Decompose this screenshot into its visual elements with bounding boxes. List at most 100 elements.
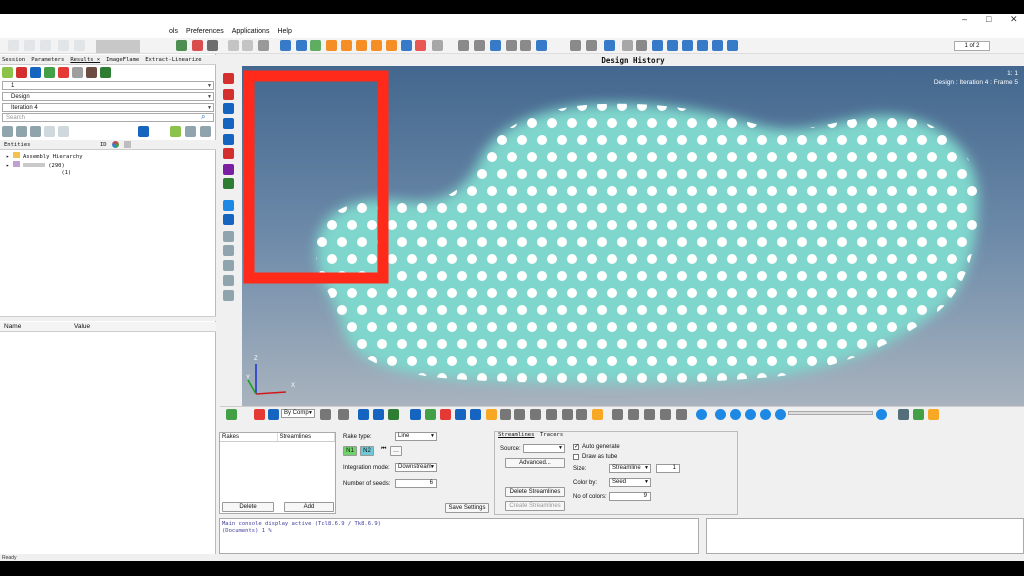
- toolbar-tool-icon[interactable]: [371, 40, 382, 51]
- view-tool-icon[interactable]: [223, 231, 234, 242]
- toolbar-tool-icon[interactable]: [712, 40, 723, 51]
- toolbar-tool-icon[interactable]: [296, 40, 307, 51]
- tensor-icon[interactable]: [86, 67, 97, 78]
- toolbar-tool-icon[interactable]: [622, 40, 633, 51]
- toolbar-tool-icon[interactable]: [258, 40, 269, 51]
- menu-help[interactable]: Help: [277, 26, 291, 38]
- toolbar-tool-icon[interactable]: [474, 40, 485, 51]
- toolbar-tool-icon[interactable]: [415, 40, 426, 51]
- component-select[interactable]: By Comp ▼: [281, 409, 315, 418]
- view-tool-icon[interactable]: [223, 118, 234, 129]
- color-by-select[interactable]: Seed ▼: [609, 478, 651, 487]
- filter-icon[interactable]: [185, 126, 196, 137]
- add-rake-button[interactable]: Add: [284, 502, 334, 512]
- toolbar-tool-icon[interactable]: [697, 40, 708, 51]
- seeds-input[interactable]: 6: [395, 479, 437, 488]
- model-icon[interactable]: [30, 67, 41, 78]
- animation-tool-icon[interactable]: [254, 409, 265, 420]
- toolbar-tool-icon[interactable]: [40, 40, 51, 51]
- arrow-icon[interactable]: ⏮: [381, 446, 386, 453]
- animation-tool-icon[interactable]: [546, 409, 557, 420]
- animation-tool-icon[interactable]: [730, 409, 741, 420]
- animation-tool-icon[interactable]: [268, 409, 279, 420]
- toolbar-tool-icon[interactable]: [727, 40, 738, 51]
- tab-extract-linearize[interactable]: Extract-Linearize: [145, 55, 201, 64]
- undo-icon[interactable]: [44, 126, 55, 137]
- toolbar-tool-icon[interactable]: [586, 40, 597, 51]
- prop-col-value[interactable]: Value: [74, 322, 90, 332]
- size-input[interactable]: 1: [656, 464, 680, 473]
- animation-tool-icon[interactable]: [455, 409, 466, 420]
- tree-item-sub[interactable]: (1): [22, 170, 71, 176]
- toolbar-tool-icon[interactable]: [356, 40, 367, 51]
- toolbar-tool-icon[interactable]: [24, 40, 35, 51]
- section-icon[interactable]: [72, 67, 83, 78]
- animation-tool-icon[interactable]: [628, 409, 639, 420]
- toolbar-tool-icon[interactable]: [604, 40, 615, 51]
- animation-tool-icon[interactable]: [913, 409, 924, 420]
- animation-tool-icon[interactable]: [775, 409, 786, 420]
- integration-select[interactable]: Downstream ▼: [395, 463, 437, 472]
- page-indicator[interactable]: 1 of 2: [954, 41, 990, 51]
- vector-icon[interactable]: [58, 67, 69, 78]
- rake-type-select[interactable]: Line ▼: [395, 432, 437, 441]
- show-all-icon[interactable]: [30, 126, 41, 137]
- animation-tool-icon[interactable]: [644, 409, 655, 420]
- animation-tool-icon[interactable]: [470, 409, 481, 420]
- animation-tool-icon[interactable]: [562, 409, 573, 420]
- toolbar-tool-icon[interactable]: [280, 40, 291, 51]
- view-tool-icon[interactable]: [223, 73, 234, 84]
- visibility-icon[interactable]: [124, 141, 131, 148]
- search-input[interactable]: Search: [2, 113, 214, 122]
- animation-tool-icon[interactable]: [440, 409, 451, 420]
- toolbar-tool-icon[interactable]: [520, 40, 531, 51]
- results-browser-icon[interactable]: [2, 67, 13, 78]
- tcl-console[interactable]: Main console display active (Tcl8.6.9 / …: [219, 518, 699, 554]
- toolbar-tool-icon[interactable]: [401, 40, 412, 51]
- view-tool-icon[interactable]: [223, 290, 234, 301]
- draw-as-tube-checkbox[interactable]: [573, 454, 579, 460]
- view-tool-icon[interactable]: [223, 148, 234, 159]
- n1-button[interactable]: N1: [343, 446, 357, 456]
- size-select[interactable]: Streamline ▼: [609, 464, 651, 473]
- animation-tool-icon[interactable]: [760, 409, 771, 420]
- toolbar-tool-icon[interactable]: [458, 40, 469, 51]
- toolbar-tool-icon[interactable]: [636, 40, 647, 51]
- contour-icon[interactable]: [44, 67, 55, 78]
- animation-tool-icon[interactable]: [676, 409, 687, 420]
- toolbar-tool-icon[interactable]: [490, 40, 501, 51]
- create-streamlines-button[interactable]: Create Streamlines: [505, 501, 565, 511]
- toolbar-tool-icon[interactable]: [386, 40, 397, 51]
- toolbar-tool-icon[interactable]: [74, 40, 85, 51]
- animation-tool-icon[interactable]: [696, 409, 707, 420]
- animation-tool-icon[interactable]: [715, 409, 726, 420]
- num-colors-input[interactable]: 9: [609, 492, 651, 501]
- animation-tool-icon[interactable]: [410, 409, 421, 420]
- toolbar-tool-icon[interactable]: [228, 40, 239, 51]
- toolbar-tool-icon[interactable]: [310, 40, 321, 51]
- model-selector[interactable]: 1 ▼: [2, 81, 214, 90]
- secondary-console[interactable]: [706, 518, 1024, 554]
- panel-splitter[interactable]: [0, 316, 216, 321]
- toolbar-tool-icon[interactable]: [536, 40, 547, 51]
- animation-tool-icon[interactable]: [898, 409, 909, 420]
- menu-preferences[interactable]: Preferences: [186, 26, 224, 38]
- toolbar-tool-icon[interactable]: [506, 40, 517, 51]
- animation-tool-icon[interactable]: [373, 409, 384, 420]
- design-selector[interactable]: Design ▼: [2, 92, 214, 101]
- view-tool-icon[interactable]: [223, 200, 234, 211]
- menu-applications[interactable]: Applications: [232, 26, 270, 38]
- animation-tool-icon[interactable]: [660, 409, 671, 420]
- toolbar-tool-icon[interactable]: [242, 40, 253, 51]
- load-results-icon[interactable]: [16, 67, 27, 78]
- folder-icon[interactable]: [170, 126, 181, 137]
- toolbar-tool-icon[interactable]: [58, 40, 69, 51]
- advanced-button[interactable]: Advanced...: [505, 458, 565, 468]
- animation-tool-icon[interactable]: [226, 409, 237, 420]
- animation-tool-icon[interactable]: [358, 409, 369, 420]
- view-tool-icon[interactable]: [223, 275, 234, 286]
- tab-parameters[interactable]: Parameters: [31, 55, 64, 64]
- tab-imageflame[interactable]: ImageFlame: [106, 55, 139, 64]
- toolbar-tool-icon[interactable]: [682, 40, 693, 51]
- animation-tool-icon[interactable]: [576, 409, 587, 420]
